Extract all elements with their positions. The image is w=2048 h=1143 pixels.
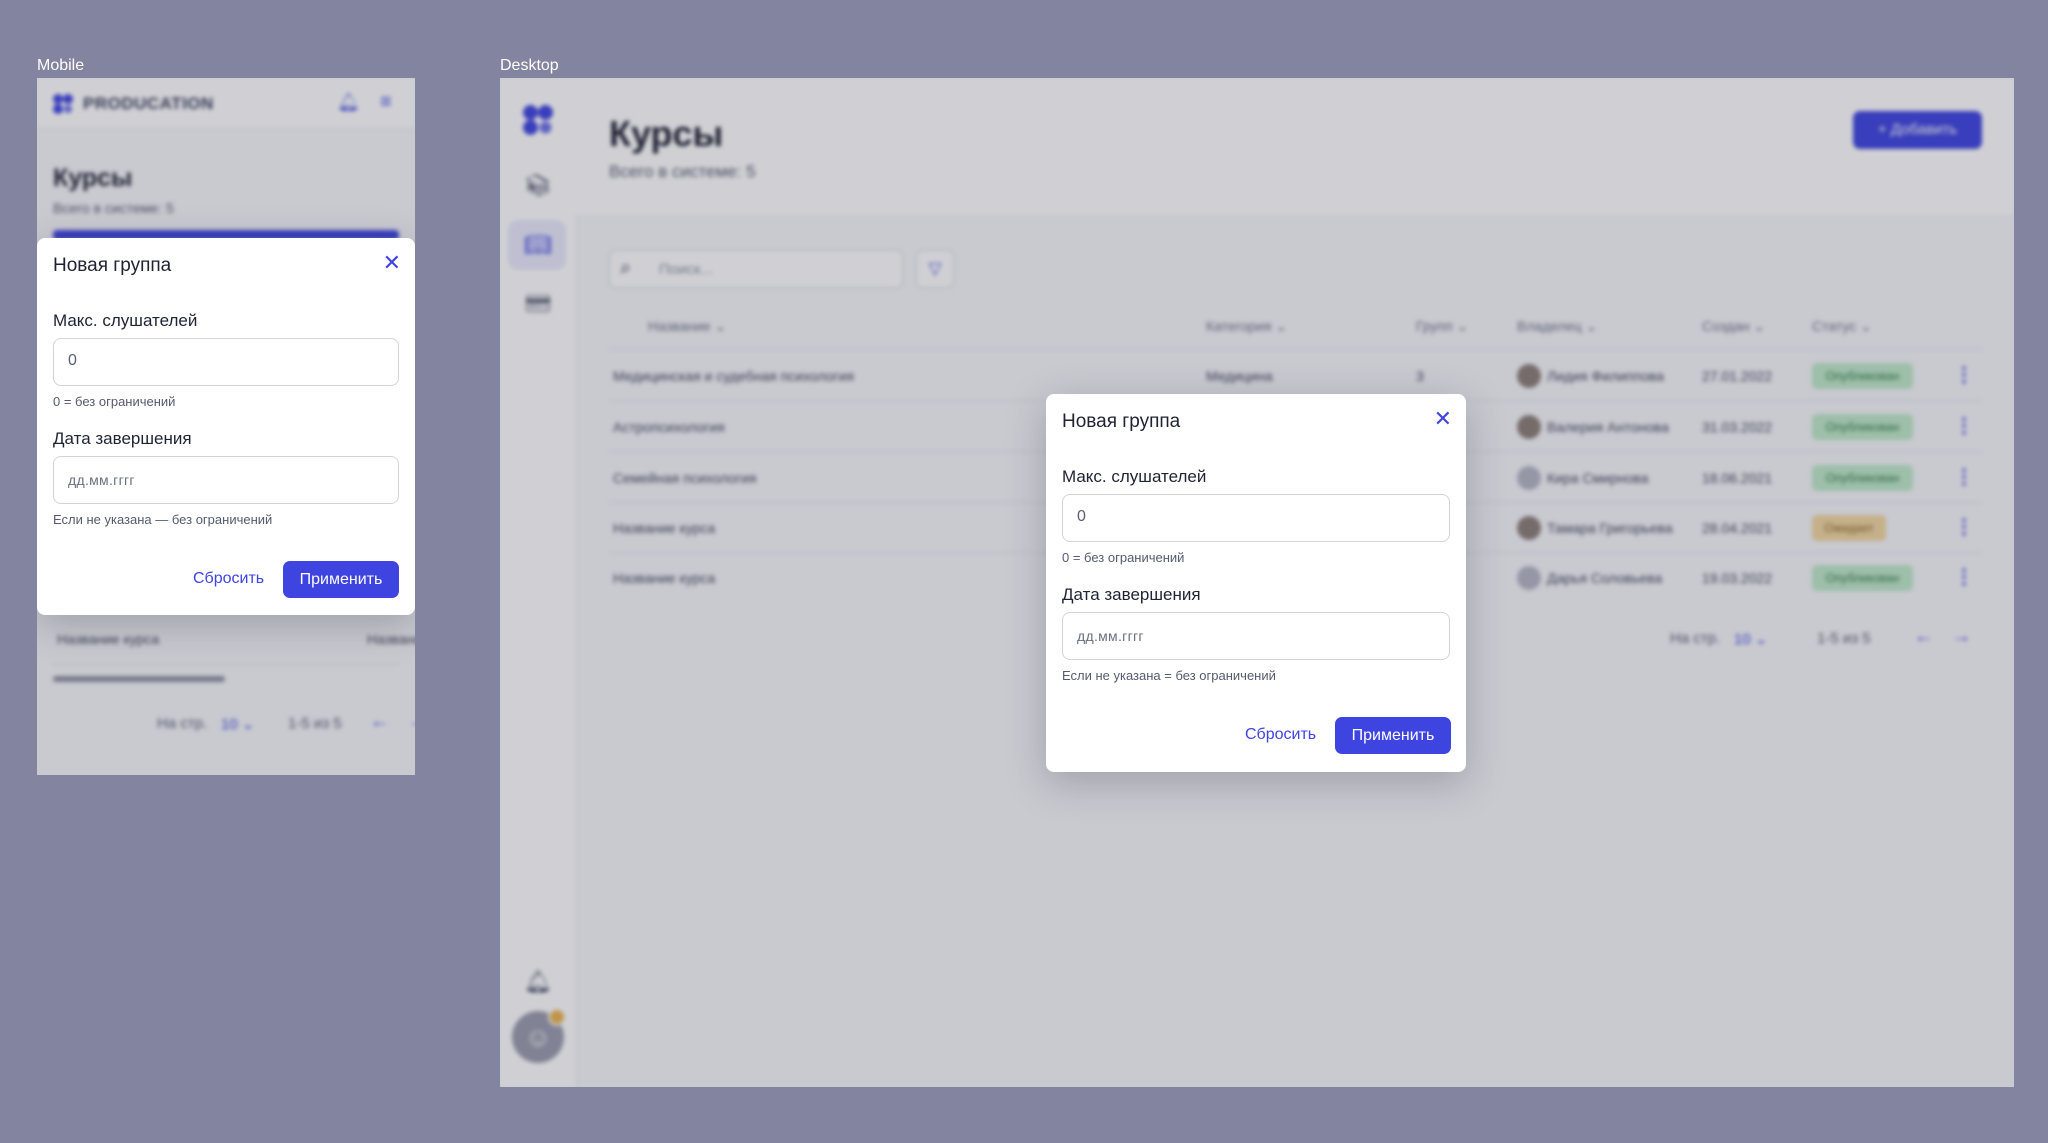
max-listeners-value: 0 [68,352,77,369]
modal-title: Новая группа [53,255,172,276]
end-date-label: Дата завершения [53,429,192,448]
close-icon[interactable]: ✕ [383,252,401,274]
max-listeners-label: Макс. слушателей [53,311,198,330]
mobile-frame-label: Mobile [37,57,85,74]
modal-title: Новая группа [1062,411,1181,432]
desktop-frame: 📚︎ 📖︎ 💳︎ 🔔︎ ☺ Курсы Всего в системе: 5 +… [500,78,2014,1087]
desktop-frame-label: Desktop [500,57,559,74]
max-listeners-input[interactable]: 0 [1062,494,1450,542]
end-date-placeholder: дд.мм.гггг [68,472,135,488]
end-date-input[interactable]: дд.мм.гггг [1062,612,1450,660]
close-icon[interactable]: ✕ [1434,408,1452,430]
max-listeners-input[interactable]: 0 [53,338,399,386]
end-date-placeholder: дд.мм.гггг [1077,628,1144,644]
end-date-input[interactable]: дд.мм.гггг [53,456,399,504]
reset-button[interactable]: Сбросить [1245,726,1316,744]
new-group-modal: Новая группа ✕ Макс. слушателей 0 0 = бе… [1046,394,1466,772]
max-listeners-value: 0 [1077,508,1086,525]
apply-button[interactable]: Применить [283,561,399,598]
end-date-hint: Если не указана — без ограничений [53,512,273,527]
max-listeners-label: Макс. слушателей [1062,467,1207,486]
max-listeners-hint: 0 = без ограничений [53,394,176,409]
apply-button[interactable]: Применить [1335,717,1451,754]
max-listeners-hint: 0 = без ограничений [1062,550,1185,565]
new-group-modal: Новая группа ✕ Макс. слушателей 0 0 = бе… [37,238,415,615]
reset-button[interactable]: Сбросить [193,570,264,588]
mobile-frame: PRODUCATION 🔔︎ ≡ Курсы Всего в системе: … [37,78,415,775]
end-date-label: Дата завершения [1062,585,1201,604]
end-date-hint: Если не указана = без ограничений [1062,668,1276,683]
